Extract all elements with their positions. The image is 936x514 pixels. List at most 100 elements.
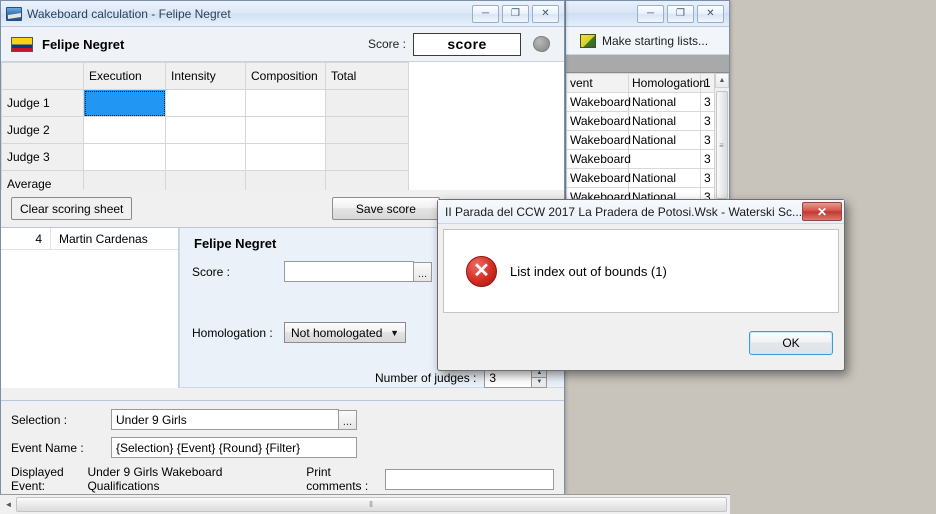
cell-judge1-execution[interactable] xyxy=(83,89,166,117)
row-label-judge3: Judge 3 xyxy=(1,143,84,171)
starting-lists-icon xyxy=(580,33,596,48)
calc-header-bar: Felipe Negret Score : score xyxy=(1,27,564,62)
cell-homologation: National xyxy=(628,168,701,188)
mid-window-titlebar: ─ ❐ ✕ xyxy=(566,1,729,27)
number-of-judges-label: Number of judges : xyxy=(375,371,477,385)
error-message: List index out of bounds (1) xyxy=(510,263,667,279)
col-execution: Execution xyxy=(83,62,166,90)
selection-label: Selection : xyxy=(11,412,68,427)
cell-event: Wakeboard xyxy=(566,130,631,150)
spinner-down-icon[interactable]: ▼ xyxy=(531,378,548,388)
error-dialog-footer: OK xyxy=(438,318,844,368)
skier-name: Martin Cardenas xyxy=(59,231,148,246)
error-dialog: II Parada del CCW 2017 La Pradera de Pot… xyxy=(437,199,845,371)
cell-judge2-execution[interactable] xyxy=(83,116,166,144)
cell-judge3-composition[interactable] xyxy=(245,143,326,171)
row-label-judge2: Judge 2 xyxy=(1,116,84,144)
error-dialog-title: II Parada del CCW 2017 La Pradera de Pot… xyxy=(445,204,803,219)
mid-col-homologation: Homologation xyxy=(628,73,706,93)
col-blank xyxy=(1,62,84,90)
score-display: score xyxy=(413,32,521,56)
gray-blob-icon[interactable] xyxy=(533,36,550,52)
calc-bottom-panel: Selection : Under 9 Girls ... Event Name… xyxy=(1,400,564,494)
cell-homologation: National xyxy=(628,111,701,131)
wakeboard-app-icon xyxy=(6,6,22,21)
maximize-button[interactable]: ❐ xyxy=(502,4,529,23)
detail-homologation-combo[interactable]: Not homologated ▼ xyxy=(284,322,406,343)
row-label-judge1: Judge 1 xyxy=(1,89,84,117)
mid-grid-gray-band xyxy=(566,55,729,73)
mid-window-grid: vent Homologation 1 Wakeboard National 3… xyxy=(566,55,729,210)
col-total: Total xyxy=(325,62,409,90)
mid-toolbar-label: Make starting lists... xyxy=(602,33,709,48)
calc-window-titlebar: Wakeboard calculation - Felipe Negret ─ … xyxy=(1,1,564,27)
current-skier-name: Felipe Negret xyxy=(42,36,125,52)
detail-score-label: Score : xyxy=(192,264,231,279)
calc-window-controls: ─ ❐ ✕ xyxy=(472,4,562,23)
table-row: Judge 1 xyxy=(1,89,564,117)
table-row[interactable]: Wakeboard National 3 xyxy=(566,111,729,131)
colombia-flag-icon xyxy=(11,36,33,52)
detail-score-ellipsis-button[interactable]: ... xyxy=(413,261,432,282)
selection-input[interactable]: Under 9 Girls xyxy=(111,409,339,430)
detail-homologation-label: Homologation : xyxy=(192,325,273,340)
judges-header-row: Execution Intensity Composition Total xyxy=(1,62,564,90)
cell-homologation: National xyxy=(628,130,701,150)
error-dialog-titlebar: II Parada del CCW 2017 La Pradera de Pot… xyxy=(438,200,844,224)
mid-make-starting-lists-button[interactable]: Make starting lists... xyxy=(566,27,729,55)
print-comments-label: Print comments : xyxy=(306,465,369,493)
cell-judge2-intensity[interactable] xyxy=(165,116,246,144)
save-score-button[interactable]: Save score xyxy=(331,197,440,220)
cell-judge2-total xyxy=(325,116,409,144)
cell-homologation: National xyxy=(628,92,701,112)
table-row: Judge 3 xyxy=(1,143,564,171)
table-row[interactable]: Wakeboard National 3 xyxy=(566,168,729,188)
table-row[interactable]: Wakeboard National 3 xyxy=(566,92,729,112)
chevron-down-icon: ▼ xyxy=(390,327,399,338)
minimize-button[interactable]: ─ xyxy=(637,4,664,23)
maximize-button[interactable]: ❐ xyxy=(667,4,694,23)
grid-filler xyxy=(408,143,564,171)
number-of-judges-row: Number of judges : 3 ▲ ▼ xyxy=(375,368,548,388)
error-icon: ✕ xyxy=(466,255,497,287)
grid-filler xyxy=(408,116,564,144)
list-item[interactable]: 4 Martin Cardenas xyxy=(1,228,178,250)
minimize-button[interactable]: ─ xyxy=(472,4,499,23)
cell-homologation xyxy=(628,149,701,169)
table-row[interactable]: Wakeboard National 3 xyxy=(566,130,729,150)
cell-judge3-execution[interactable] xyxy=(83,143,166,171)
selection-ellipsis-button[interactable]: ... xyxy=(338,409,357,430)
scroll-up-icon[interactable]: ▲ xyxy=(715,73,729,88)
col-intensity: Intensity xyxy=(165,62,246,90)
detail-score-input[interactable] xyxy=(284,261,414,282)
mid-grid-header-row: vent Homologation 1 xyxy=(566,73,729,93)
close-button[interactable]: ✕ xyxy=(697,4,724,23)
cell-judge2-composition[interactable] xyxy=(245,116,326,144)
event-name-input[interactable]: {Selection} {Event} {Round} {Filter} xyxy=(111,437,357,458)
mid-vertical-scrollbar[interactable]: ▲ ≡ xyxy=(714,73,729,210)
cell-judge3-intensity[interactable] xyxy=(165,143,246,171)
clear-scoring-sheet-button[interactable]: Clear scoring sheet xyxy=(11,197,133,220)
close-icon[interactable]: ✕ xyxy=(802,202,842,221)
starting-lists-background-window: ─ ❐ ✕ Make starting lists... vent Homolo… xyxy=(565,0,730,212)
error-dialog-body: ✕ List index out of bounds (1) xyxy=(443,229,839,313)
grid-filler xyxy=(408,62,564,90)
mid-col-event: vent xyxy=(566,73,629,93)
desktop-root: ─ ❐ ✕ Make starting lists... vent Homolo… xyxy=(0,0,936,514)
displayed-event-label: Displayed Event: xyxy=(11,465,64,493)
ok-button[interactable]: OK xyxy=(749,331,833,355)
close-button[interactable]: ✕ xyxy=(532,4,559,23)
cell-judge1-intensity[interactable] xyxy=(165,89,246,117)
desktop-horizontal-scrollbar[interactable]: ◄ ⦀ xyxy=(0,494,730,514)
cell-judge1-composition[interactable] xyxy=(245,89,326,117)
number-of-judges-spinner[interactable]: ▲ ▼ xyxy=(531,368,548,388)
table-row[interactable]: Wakeboard 3 xyxy=(566,149,729,169)
scroll-left-icon[interactable]: ◄ xyxy=(2,500,15,509)
scrollbar-thumb[interactable]: ⦀ xyxy=(16,497,727,512)
cell-event: Wakeboard xyxy=(566,168,631,188)
cell-event: Wakeboard xyxy=(566,92,631,112)
print-comments-input[interactable] xyxy=(385,468,554,490)
scrollbar-thumb[interactable]: ≡ xyxy=(716,91,728,199)
mid-grid-table: vent Homologation 1 Wakeboard National 3… xyxy=(566,73,729,207)
number-of-judges-input[interactable]: 3 xyxy=(484,368,533,388)
